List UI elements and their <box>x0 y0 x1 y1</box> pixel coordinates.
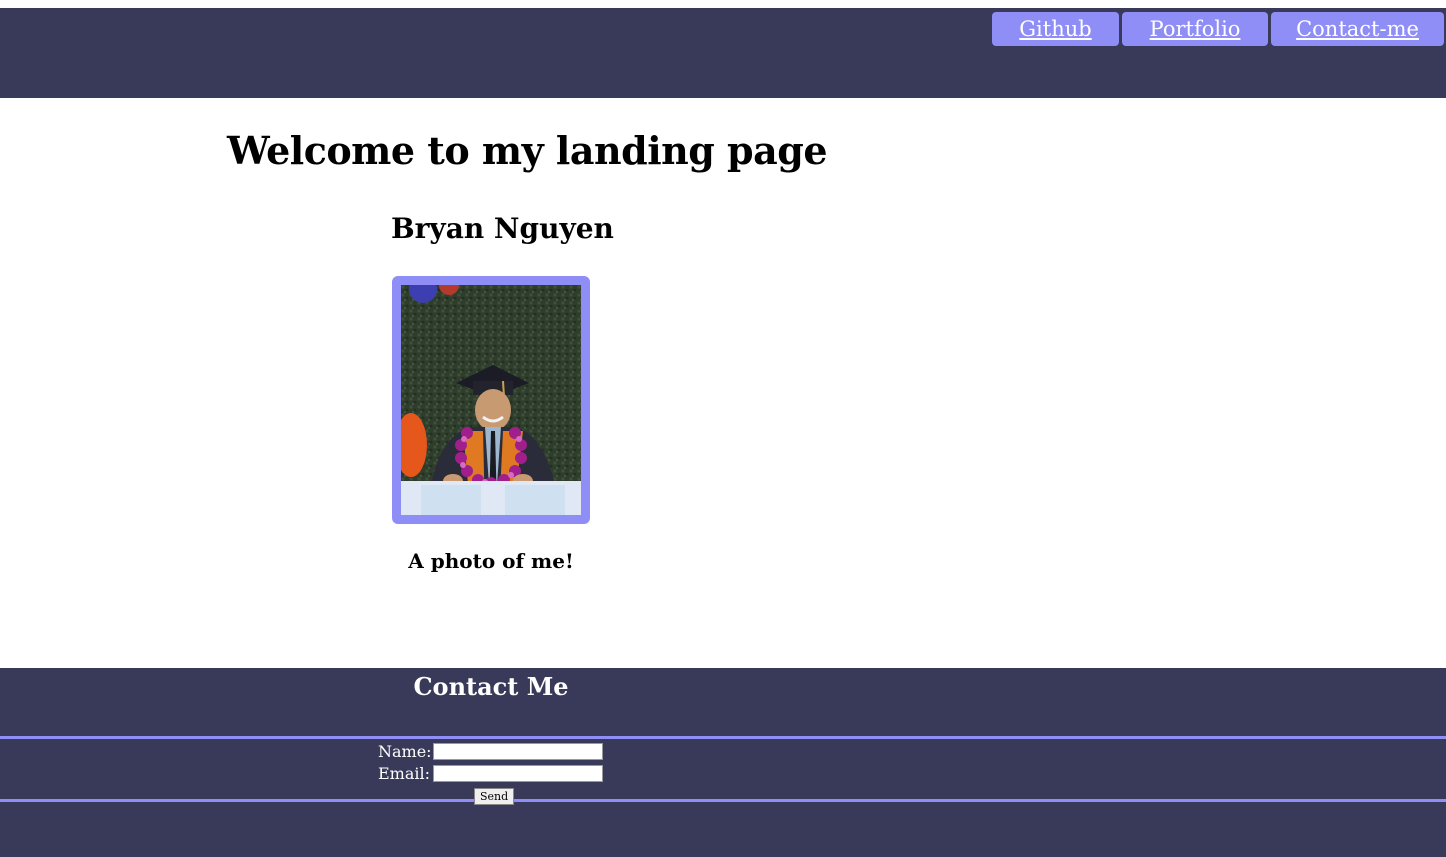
name-label: Name: <box>378 742 432 761</box>
nav-link-portfolio[interactable]: Portfolio <box>1122 12 1268 46</box>
photo-caption: A photo of me! <box>408 549 574 573</box>
contact-form: Name: Email: Send <box>0 736 1446 805</box>
page-title: Welcome to my landing page <box>227 128 828 173</box>
profile-photo <box>392 276 590 524</box>
graduation-photo <box>401 285 581 515</box>
contact-section: Contact Me Name: Email: Send <box>0 668 1446 857</box>
email-input[interactable] <box>433 765 603 782</box>
nav-link-contact-me[interactable]: Contact-me <box>1271 12 1444 46</box>
profile-name: Bryan Nguyen <box>391 212 614 245</box>
email-row: Email: <box>378 764 603 783</box>
name-row: Name: <box>378 742 603 761</box>
name-input[interactable] <box>433 743 603 760</box>
top-nav: Github Portfolio Contact-me <box>992 12 1444 46</box>
nav-link-github[interactable]: Github <box>992 12 1119 46</box>
email-label: Email: <box>378 764 431 783</box>
send-button[interactable]: Send <box>474 788 515 805</box>
site-header: Github Portfolio Contact-me <box>0 8 1446 98</box>
contact-title: Contact Me <box>413 672 569 701</box>
